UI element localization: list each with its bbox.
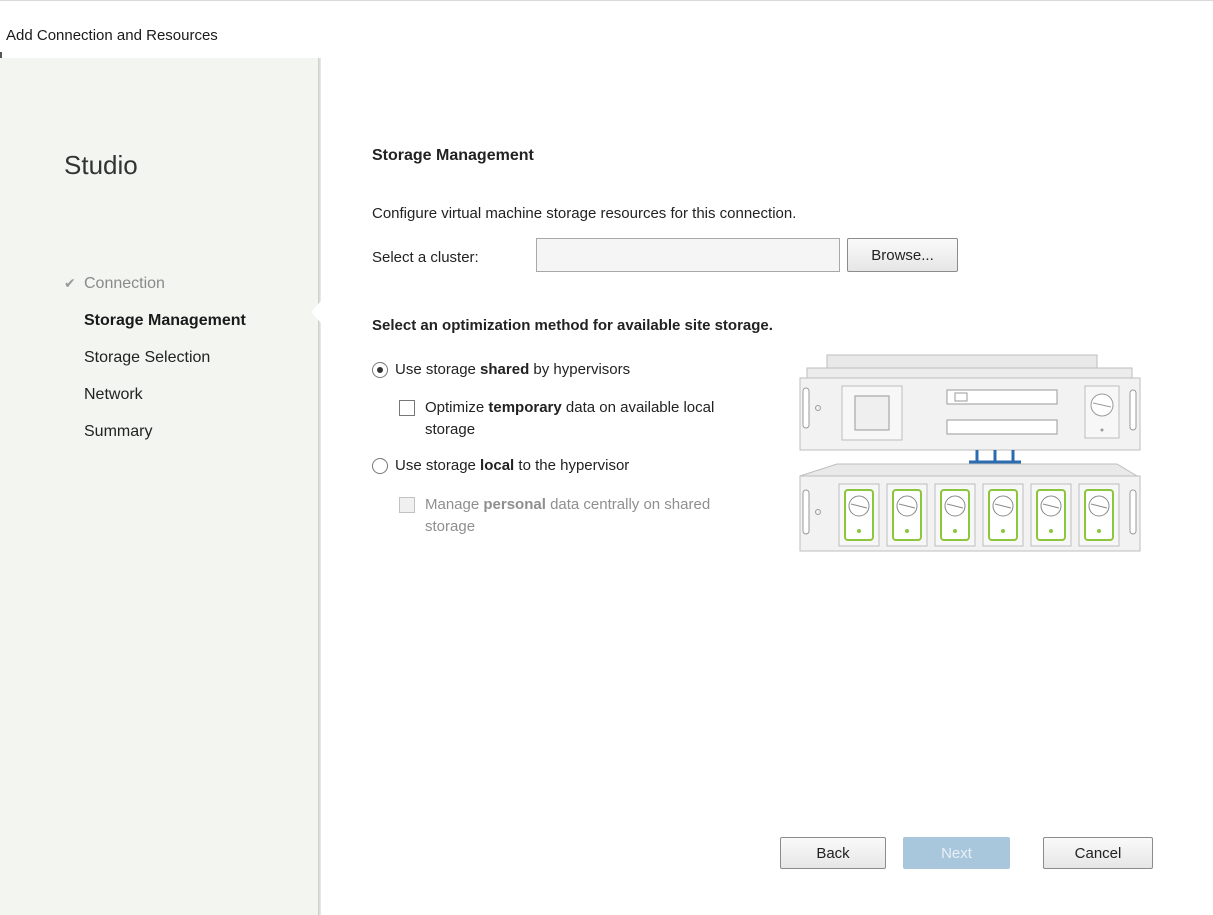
drive-led-icon: [905, 529, 909, 533]
drive-led-icon: [1049, 529, 1053, 533]
option-label: Manage personal data centrally on shared…: [425, 496, 711, 535]
radio-shared[interactable]: [372, 362, 388, 378]
checkbox-temporary[interactable]: [399, 400, 415, 416]
next-button[interactable]: Next: [903, 837, 1010, 869]
checkbox-personal: [399, 497, 415, 513]
drive-led-icon: [953, 529, 957, 533]
page-description: Configure virtual machine storage resour…: [372, 205, 797, 222]
wizard-steps: ✔ Connection Storage Management Storage …: [64, 265, 246, 450]
step-label: Connection: [84, 274, 165, 292]
radio-option-local[interactable]: Use storage local to the hypervisor: [372, 455, 629, 477]
studio-brand: Studio: [64, 150, 138, 180]
step-label: Storage Selection: [84, 348, 211, 366]
checkbox-option-personal: Manage personal data centrally on shared…: [399, 494, 759, 538]
step-storage-selection: Storage Selection: [64, 339, 246, 376]
step-summary: Summary: [64, 413, 246, 450]
cluster-input[interactable]: [536, 238, 840, 272]
shared-storage-servers-icon: [797, 350, 1142, 565]
active-step-pointer: [311, 301, 321, 323]
cancel-button[interactable]: Cancel: [1043, 837, 1153, 869]
radio-local[interactable]: [372, 458, 388, 474]
browse-button[interactable]: Browse...: [847, 238, 958, 272]
option-label: Use storage shared by hypervisors: [395, 361, 631, 378]
drive-led-icon: [1097, 529, 1101, 533]
cluster-label: Select a cluster:: [372, 249, 479, 266]
title-bar: Add Connection and Resources: [0, 0, 1213, 58]
step-connection: ✔ Connection: [64, 265, 246, 302]
drive-led-icon: [857, 529, 861, 533]
sidebar: [0, 58, 318, 915]
back-button[interactable]: Back: [780, 837, 886, 869]
optimization-heading: Select an optimization method for availa…: [372, 317, 773, 334]
step-label: Network: [84, 385, 143, 403]
step-label: Storage Management: [84, 311, 246, 329]
option-label: Use storage local to the hypervisor: [395, 457, 630, 474]
radio-option-shared[interactable]: Use storage shared by hypervisors: [372, 359, 630, 381]
checkmark-icon: ✔: [64, 275, 76, 291]
page-title: Storage Management: [372, 147, 534, 164]
checkbox-option-temporary[interactable]: Optimize temporary data on available loc…: [399, 397, 759, 441]
step-network: Network: [64, 376, 246, 413]
step-label: Summary: [84, 422, 153, 440]
step-storage-management: Storage Management: [64, 302, 246, 339]
drive-led-icon: [1001, 529, 1005, 533]
window-title: Add Connection and Resources: [6, 27, 218, 44]
option-label: Optimize temporary data on available loc…: [425, 399, 715, 438]
